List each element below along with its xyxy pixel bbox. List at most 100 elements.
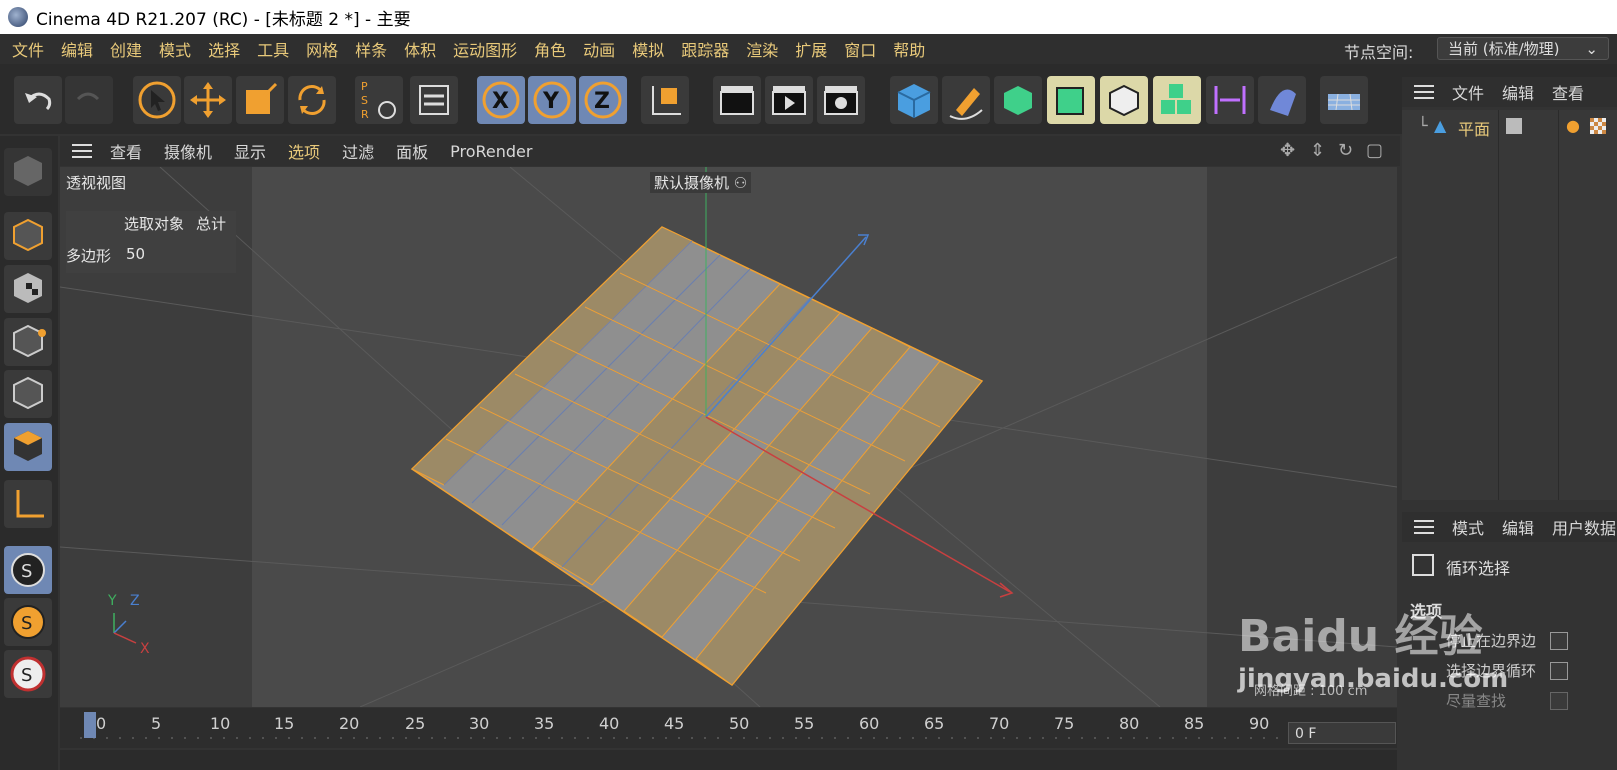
axis-mode-button[interactable] xyxy=(4,480,52,528)
render-settings-button[interactable] xyxy=(817,76,865,124)
menu-spline[interactable]: 样条 xyxy=(355,37,387,61)
make-editable-button[interactable] xyxy=(4,148,52,196)
timeline-tick: 35 xyxy=(534,714,555,733)
bend-icon xyxy=(1214,86,1246,114)
object-row-plane[interactable]: └ ▲ 平面 ● xyxy=(1402,116,1617,140)
y-axis-lock-button[interactable]: Y xyxy=(528,76,576,124)
object-name[interactable]: 平面 xyxy=(1458,116,1490,140)
workplane-snap-button[interactable]: S xyxy=(4,598,52,646)
material-tag-icon[interactable]: ● xyxy=(1566,116,1580,135)
viewport-menu-prorender[interactable]: ProRender xyxy=(450,142,532,161)
baidu-logo-text: Baidu 经验 xyxy=(1238,611,1483,662)
menu-help[interactable]: 帮助 xyxy=(893,37,925,61)
field-button[interactable] xyxy=(1258,76,1306,124)
menu-render[interactable]: 渲染 xyxy=(746,37,778,61)
main-menu-bar: 文件 编辑 创建 模式 选择 工具 网格 样条 体积 运动图形 角色 动画 模拟… xyxy=(0,34,1617,64)
visibility-toggle-icon[interactable] xyxy=(1506,118,1522,134)
menu-tools[interactable]: 工具 xyxy=(257,37,289,61)
viewport-pan-icon[interactable]: ✥ xyxy=(1280,140,1295,161)
hamburger-icon[interactable] xyxy=(1414,85,1434,99)
viewport-menu-panel[interactable]: 面板 xyxy=(396,139,428,163)
option-select-boundary-loop-checkbox[interactable] xyxy=(1550,662,1568,680)
perspective-viewport[interactable]: 透视视图 选取对象 总计 多边形 50 默认摄像机 ⚇ Y Z X 网格间距 :… xyxy=(60,167,1397,707)
cube-button[interactable] xyxy=(890,76,938,124)
camera-icon: ⚇ xyxy=(733,174,748,192)
render-view-button[interactable] xyxy=(713,76,761,124)
attribute-menu-userdata[interactable]: 用户数据 xyxy=(1552,515,1616,539)
attribute-menu-mode[interactable]: 模式 xyxy=(1452,515,1484,539)
option-stop-at-boundary-checkbox[interactable] xyxy=(1550,632,1568,650)
psr-button[interactable]: PSR xyxy=(355,76,403,124)
texture-mode-button[interactable] xyxy=(4,265,52,313)
model-mode-button[interactable] xyxy=(4,212,52,260)
timeline-tick: 0 xyxy=(96,714,107,733)
viewport-dolly-icon[interactable]: ⇕ xyxy=(1310,140,1325,161)
menu-window[interactable]: 窗口 xyxy=(844,37,876,61)
undo-button[interactable] xyxy=(14,76,62,124)
hamburger-icon[interactable] xyxy=(72,144,92,158)
menu-extensions[interactable]: 扩展 xyxy=(795,37,827,61)
node-space-dropdown[interactable]: 当前 (标准/物理) ⌄ xyxy=(1437,37,1609,60)
point-mode-button[interactable] xyxy=(4,318,52,366)
z-axis-icon: Z xyxy=(584,81,622,119)
model-cube-icon xyxy=(13,218,43,252)
menu-character[interactable]: 角色 xyxy=(534,37,566,61)
subdivision-button[interactable] xyxy=(994,76,1042,124)
frame-field[interactable]: 0 F xyxy=(1288,722,1396,744)
floor-button[interactable] xyxy=(1320,76,1368,124)
attribute-manager-menu: 模式 编辑 用户数据 xyxy=(1402,512,1617,542)
camera-label[interactable]: 默认摄像机 ⚇ xyxy=(650,172,752,193)
edge-mode-button[interactable] xyxy=(4,370,52,418)
menu-volume[interactable]: 体积 xyxy=(404,37,436,61)
menu-mesh[interactable]: 网格 xyxy=(306,37,338,61)
cloner-button[interactable] xyxy=(1153,76,1201,124)
floor-icon xyxy=(1328,93,1360,111)
menu-select[interactable]: 选择 xyxy=(208,37,240,61)
coordinate-system-button[interactable] xyxy=(641,76,689,124)
object-menu-edit[interactable]: 编辑 xyxy=(1502,80,1534,104)
object-menu-view[interactable]: 查看 xyxy=(1552,80,1584,104)
boole-button[interactable] xyxy=(1100,76,1148,124)
viewport-maximize-icon[interactable]: ▢ xyxy=(1366,140,1383,161)
menu-create[interactable]: 创建 xyxy=(110,37,142,61)
menu-mode[interactable]: 模式 xyxy=(159,37,191,61)
attribute-menu-edit[interactable]: 编辑 xyxy=(1502,515,1534,539)
quantize-button[interactable]: S xyxy=(4,650,52,698)
array-button[interactable] xyxy=(1047,76,1095,124)
option-greedy-search-checkbox[interactable] xyxy=(1550,692,1568,710)
viewport-menu-cameras[interactable]: 摄像机 xyxy=(164,139,212,163)
snap-button[interactable]: S xyxy=(4,546,52,594)
viewport-menu-filter[interactable]: 过滤 xyxy=(342,139,374,163)
select-tool-button[interactable] xyxy=(133,76,181,124)
polygon-mode-button[interactable] xyxy=(4,423,52,471)
rotate-tool-button[interactable] xyxy=(288,76,336,124)
redo-button[interactable] xyxy=(65,76,113,124)
x-axis-lock-button[interactable]: X xyxy=(477,76,525,124)
viewport-menu-view[interactable]: 查看 xyxy=(110,139,142,163)
scale-tool-button[interactable] xyxy=(236,76,284,124)
camera-label-text: 默认摄像机 xyxy=(654,174,730,192)
menu-tracker[interactable]: 跟踪器 xyxy=(681,37,729,61)
menu-file[interactable]: 文件 xyxy=(12,37,44,61)
menu-mograph[interactable]: 运动图形 xyxy=(453,37,517,61)
viewport-menu-display[interactable]: 显示 xyxy=(234,139,266,163)
menu-animate[interactable]: 动画 xyxy=(583,37,615,61)
deformer-button[interactable] xyxy=(1206,76,1254,124)
snap-icon: S xyxy=(11,553,45,587)
timeline-tick: 65 xyxy=(924,714,945,733)
menu-simulate[interactable]: 模拟 xyxy=(632,37,664,61)
hamburger-icon[interactable] xyxy=(1414,520,1434,534)
render-picture-viewer-button[interactable] xyxy=(765,76,813,124)
z-axis-lock-button[interactable]: Z xyxy=(579,76,627,124)
object-menu-file[interactable]: 文件 xyxy=(1452,80,1484,104)
viewport-menu-options[interactable]: 选项 xyxy=(288,139,320,163)
timeline-tick: 40 xyxy=(599,714,620,733)
viewport-rotate-icon[interactable]: ↻ xyxy=(1338,140,1353,161)
checker-tag-icon[interactable] xyxy=(1590,118,1606,134)
menu-edit[interactable]: 编辑 xyxy=(61,37,93,61)
move-tool-button[interactable] xyxy=(184,76,232,124)
pen-button[interactable] xyxy=(942,76,990,124)
convert-button[interactable] xyxy=(410,76,458,124)
baidu-watermark: Baidu 经验 jingyan.baidu.com xyxy=(1238,600,1508,694)
selection-stats-box: 选取对象 总计 多边形 50 xyxy=(66,211,236,273)
